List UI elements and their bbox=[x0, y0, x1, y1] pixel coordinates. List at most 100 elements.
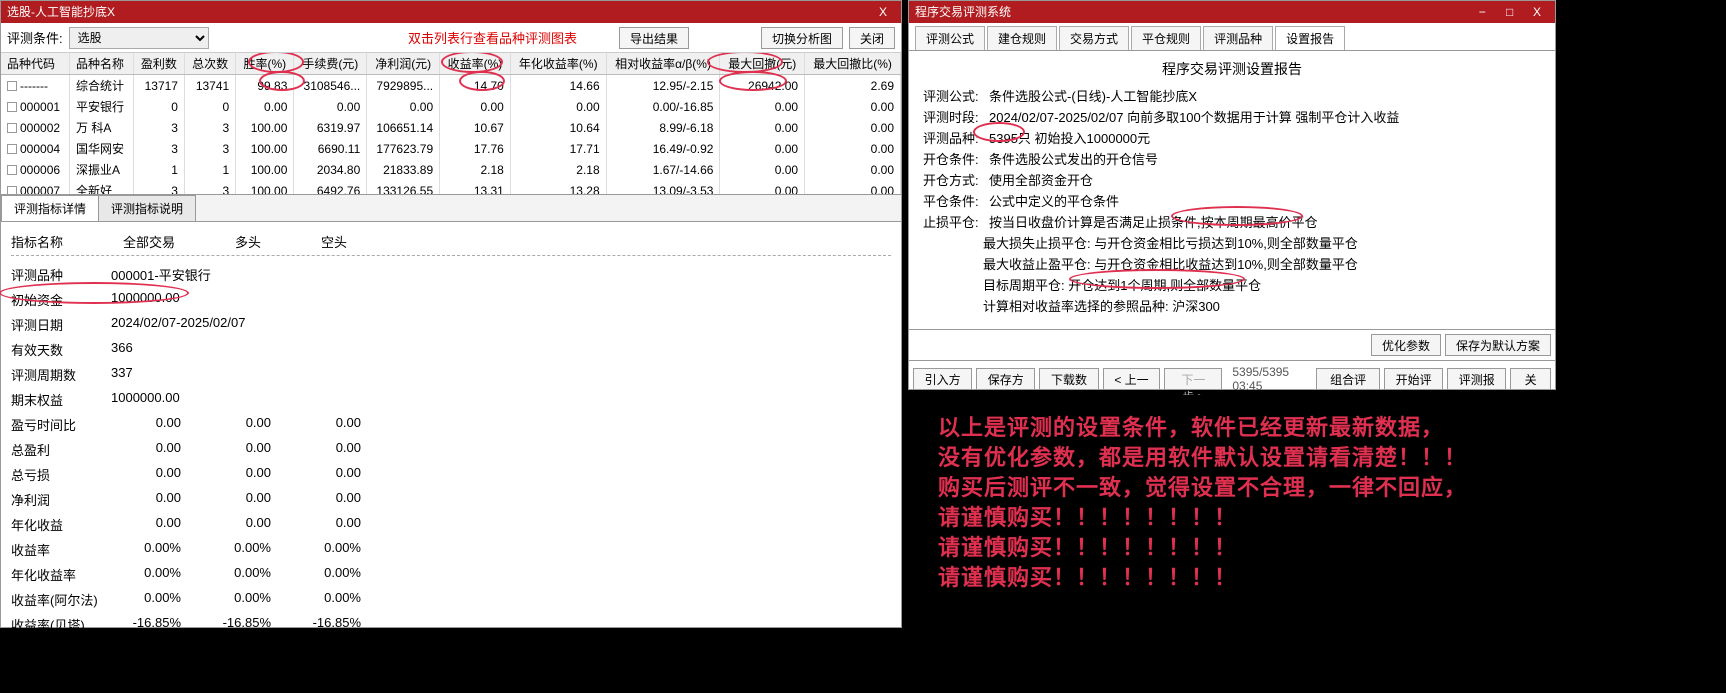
col-header[interactable]: 最大回撤比(%) bbox=[805, 53, 901, 75]
report-value: 条件选股公式发出的开仓信号 bbox=[989, 149, 1158, 170]
report-tab[interactable]: 交易方式 bbox=[1059, 26, 1129, 50]
cell: 1 bbox=[133, 159, 184, 180]
table-row[interactable]: 000006深振业A11100.002034.8021833.892.182.1… bbox=[1, 159, 901, 180]
detail-label: 年化收益 bbox=[11, 515, 111, 534]
col-header[interactable]: 收益率(%) bbox=[440, 53, 511, 75]
prev-button[interactable]: < 上一步 bbox=[1103, 368, 1161, 390]
window-title: 选股-人工智能抄底X bbox=[7, 1, 115, 23]
cell: 全新好 bbox=[70, 180, 134, 195]
maximize-icon[interactable]: □ bbox=[1498, 1, 1522, 23]
report-line: 平仓条件:公式中定义的平仓条件 bbox=[923, 191, 1541, 212]
detail-value: 000001-平安银行 bbox=[111, 265, 231, 284]
col-header[interactable]: 盈利数 bbox=[133, 53, 184, 75]
col-header[interactable]: 胜率(%) bbox=[236, 53, 294, 75]
report-tab[interactable]: 平仓规则 bbox=[1131, 26, 1201, 50]
cell: 14.66 bbox=[510, 75, 606, 97]
optimize-button[interactable]: 优化参数 bbox=[1371, 334, 1441, 356]
cell: 99.83 bbox=[236, 75, 294, 97]
download-button[interactable]: 下载数据 bbox=[1039, 368, 1098, 390]
detail-value: 0.00 bbox=[111, 640, 201, 659]
close-icon[interactable]: X bbox=[871, 1, 895, 23]
table-row[interactable]: 000007全新好33100.006492.76133126.5513.3113… bbox=[1, 180, 901, 195]
report-tab[interactable]: 评测品种 bbox=[1203, 26, 1273, 50]
close-button[interactable]: 关闭 bbox=[849, 27, 895, 49]
save-plan-button[interactable]: 保存方案 bbox=[976, 368, 1035, 390]
detail-col-header: 指标名称 bbox=[11, 232, 63, 251]
combo-eval-button[interactable]: 组合评测v bbox=[1316, 368, 1380, 390]
detail-row: 评测日期2024/02/07-2025/02/07 bbox=[11, 312, 891, 337]
cell: 0.00 bbox=[720, 96, 805, 117]
close-button-right[interactable]: 关闭 bbox=[1510, 368, 1551, 390]
detail-value: 2024/02/07-2025/02/07 bbox=[111, 315, 265, 334]
detail-label: 初始资金 bbox=[11, 290, 111, 309]
minimize-icon[interactable]: − bbox=[1470, 1, 1494, 23]
col-header[interactable]: 净利润(元) bbox=[367, 53, 440, 75]
cell: 0.00 bbox=[720, 159, 805, 180]
cell: 2034.80 bbox=[294, 159, 367, 180]
detail-value: 0.00% bbox=[111, 540, 201, 559]
table-row[interactable]: -------综合统计137171374199.833108546...7929… bbox=[1, 75, 901, 97]
tab-detail[interactable]: 评测指标详情 bbox=[1, 195, 99, 221]
checkbox-icon[interactable] bbox=[7, 165, 17, 175]
table-row[interactable]: 000004国华网安33100.006690.11177623.7917.761… bbox=[1, 138, 901, 159]
detail-value: 0.00% bbox=[291, 590, 381, 609]
cell: 3 bbox=[184, 138, 235, 159]
report-line: 评测时段:2024/02/07-2025/02/07 向前多取100个数据用于计… bbox=[923, 107, 1541, 128]
detail-value: -16.85% bbox=[111, 615, 201, 634]
detail-value: 1000000.00 bbox=[111, 290, 200, 309]
col-header[interactable]: 手续费(元) bbox=[294, 53, 367, 75]
filter-select[interactable]: 选股 bbox=[69, 27, 209, 49]
tab-explain[interactable]: 评测指标说明 bbox=[98, 195, 196, 221]
checkbox-icon[interactable] bbox=[7, 102, 17, 112]
report-tab[interactable]: 建仓规则 bbox=[987, 26, 1057, 50]
cell: 0.00 bbox=[720, 117, 805, 138]
cell: 2.69 bbox=[805, 75, 901, 97]
detail-value: 0.00 bbox=[111, 465, 201, 484]
cell: 3 bbox=[133, 117, 184, 138]
col-header[interactable]: 总次数 bbox=[184, 53, 235, 75]
detail-col-header: 空头 bbox=[321, 232, 347, 251]
col-header[interactable]: 品种代码 bbox=[1, 53, 70, 75]
checkbox-icon[interactable] bbox=[7, 123, 17, 133]
detail-value: 337 bbox=[111, 365, 153, 384]
report-indent-line: 最大损失止损平仓: 与开仓资金相比亏损达到10%,则全部数量平仓 bbox=[923, 233, 1541, 254]
detail-value: 0 bbox=[111, 665, 201, 684]
export-button[interactable]: 导出结果 bbox=[619, 27, 689, 49]
close-icon[interactable]: X bbox=[1525, 1, 1549, 23]
detail-label: 评测周期数 bbox=[11, 365, 111, 384]
start-eval-button[interactable]: 开始评测 bbox=[1384, 368, 1443, 390]
cell: 17.71 bbox=[510, 138, 606, 159]
cell: 0.00 bbox=[367, 96, 440, 117]
table-row[interactable]: 000001平安银行000.000.000.000.000.000.00/-16… bbox=[1, 96, 901, 117]
report-tab[interactable]: 评测公式 bbox=[915, 26, 985, 50]
report-key: 评测时段: bbox=[923, 107, 989, 128]
col-header[interactable]: 最大回撤(元) bbox=[720, 53, 805, 75]
cell: 3 bbox=[184, 117, 235, 138]
report-body: 程序交易评测设置报告 评测公式:条件选股公式-(日线)-人工智能抄底X评测时段:… bbox=[909, 51, 1555, 329]
checkbox-icon[interactable] bbox=[7, 81, 17, 91]
col-header[interactable]: 相对收益率α/β(%) bbox=[606, 53, 720, 75]
cell: 000007 bbox=[1, 180, 70, 195]
detail-value: 0.00 bbox=[201, 490, 291, 509]
warning-line: 请谨慎购买！！！！！！！！ bbox=[938, 533, 1526, 563]
report-footer1: 优化参数 保存为默认方案 bbox=[909, 329, 1555, 360]
save-default-button[interactable]: 保存为默认方案 bbox=[1445, 334, 1551, 356]
cell: 2.18 bbox=[440, 159, 511, 180]
cell: 26942.00 bbox=[720, 75, 805, 97]
detail-label: 盈亏时间比 bbox=[11, 415, 111, 434]
col-header[interactable]: 品种名称 bbox=[70, 53, 134, 75]
detail-label: 平均利润 bbox=[11, 640, 111, 659]
col-header[interactable]: 年化收益率(%) bbox=[510, 53, 606, 75]
detail-value: 0.00 bbox=[111, 440, 201, 459]
import-button[interactable]: 引入方案 bbox=[913, 368, 972, 390]
detail-label: 收益率 bbox=[11, 540, 111, 559]
checkbox-icon[interactable] bbox=[7, 186, 17, 195]
report-tab[interactable]: 设置报告 bbox=[1275, 26, 1345, 50]
cell: 6690.11 bbox=[294, 138, 367, 159]
checkbox-icon[interactable] bbox=[7, 144, 17, 154]
eval-report-button[interactable]: 评测报告 bbox=[1447, 368, 1506, 390]
detail-row: 交易量(股/手)000 bbox=[11, 662, 891, 687]
detail-label: 总盈利 bbox=[11, 440, 111, 459]
switch-chart-button[interactable]: 切换分析图 bbox=[761, 27, 843, 49]
table-row[interactable]: 000002万 科A33100.006319.97106651.1410.671… bbox=[1, 117, 901, 138]
